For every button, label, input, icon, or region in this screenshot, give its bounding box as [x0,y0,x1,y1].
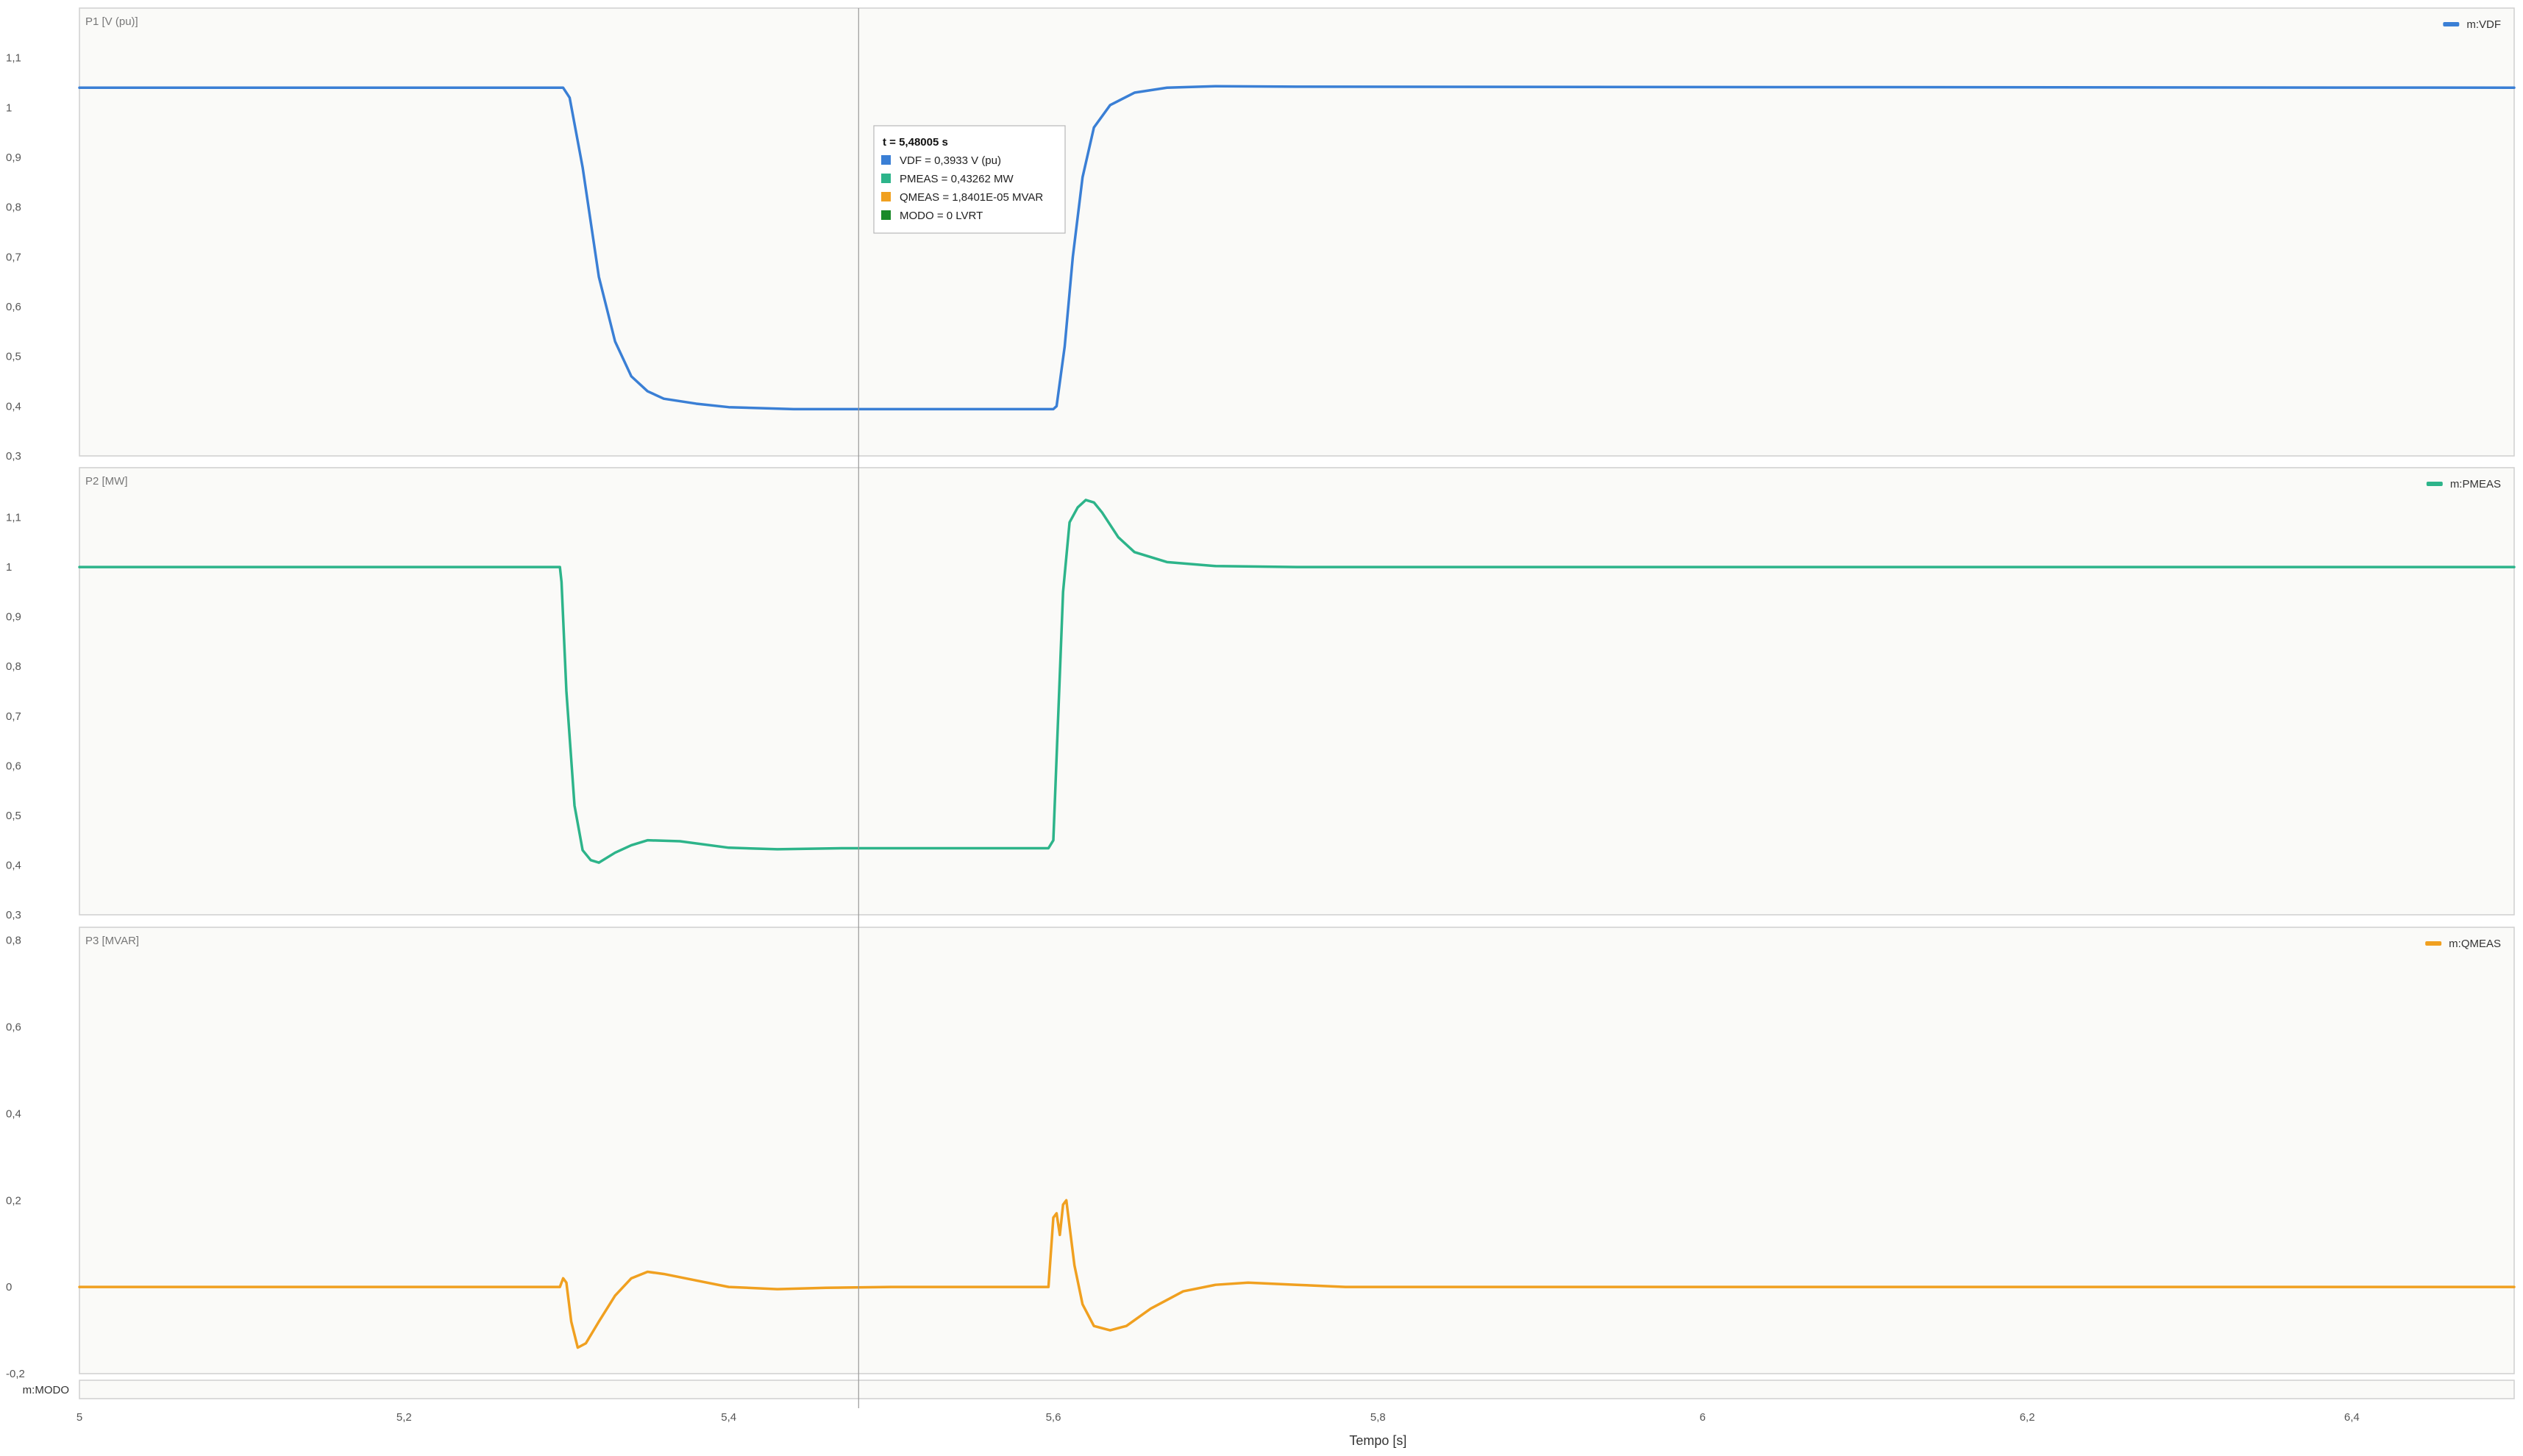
y-tick-label-p1: 0,5 [6,351,21,363]
y-tick-label-p1: 1 [6,101,12,114]
y-tick-label-p2: 0,3 [6,909,21,921]
y-tick-label-p3: 0,8 [6,935,21,947]
y-tick-label-p2: 0,9 [6,611,21,624]
panel-frame-p3 [79,927,2515,1374]
panel-frame-p1 [79,7,2515,457]
legend-swatch [2443,22,2460,26]
tooltip-title: t = 5,48005 s [883,136,948,149]
tooltip-swatch [881,210,891,220]
y-tick-label-p2: 0,4 [6,859,21,871]
tooltip-swatch [881,174,891,183]
tooltip-swatch [881,192,891,201]
y-tick-label-p1: 0,6 [6,301,21,313]
tooltip-row: QMEAS = 1,8401E-05 MVAR [900,191,1043,204]
legend-label: m:PMEAS [2450,478,2501,490]
y-tick-label-p1: 0,4 [6,400,21,413]
x-tick-label: 6,4 [2344,1411,2360,1424]
y-tick-label-p2: 0,7 [6,710,21,723]
y-tick-label-p2: 0,6 [6,760,21,772]
panel-frame-p2 [79,467,2515,916]
y-tick-label-p1: 0,3 [6,450,21,463]
y-tick-label-p2: 0,8 [6,660,21,673]
tooltip-row: VDF = 0,3933 V (pu) [900,154,1001,167]
panel-frame-p4 [79,1380,2515,1399]
legend-swatch [2425,941,2442,946]
x-tick-label: 5,4 [721,1411,736,1424]
y-tick-label-p3: 0 [6,1281,12,1293]
panel-title-p3: P3 [MVAR] [85,935,139,947]
y-tick-label-p1: 0,9 [6,151,21,164]
tooltip-swatch [881,155,891,165]
tooltip-row: PMEAS = 0,43262 MW [900,173,1014,185]
legend-swatch [2426,482,2443,486]
panel-label-p4: m:MODO [23,1384,69,1396]
x-tick-label: 5,8 [1370,1411,1386,1424]
tooltip-row: MODO = 0 LVRT [900,210,983,222]
x-tick-label: 5 [76,1411,82,1424]
y-tick-label-p1: 0,7 [6,251,21,263]
y-tick-label-p2: 1 [6,561,12,574]
y-tick-label-p2: 0,5 [6,810,21,822]
y-tick-label-p1: 0,8 [6,201,21,214]
x-tick-label: 5,2 [396,1411,412,1424]
x-axis-label: Tempo [s] [1349,1433,1406,1448]
legend-label: m:VDF [2466,18,2501,31]
y-tick-label-p3: 0,6 [6,1021,21,1034]
legend-label: m:QMEAS [2449,938,2501,950]
chart-root: P1 [V (pu)] 0,3 0,4 0,5 0,6 0,7 0,8 0,9 1 1,1 m:VD… [0,0,2523,1452]
panel-title-p1: P1 [V (pu)] [85,15,138,28]
x-tick-label: 5,6 [1046,1411,1061,1424]
panel-title-p2: P2 [MW] [85,475,128,488]
y-tick-label-p3: 0,4 [6,1107,21,1120]
y-tick-label-p2: 1,1 [6,512,21,524]
y-tick-label-p1: 1,1 [6,52,21,65]
chart-svg: P1 [V (pu)] 0,3 0,4 0,5 0,6 0,7 0,8 0,9 1 1,1 m:VD… [6,7,2516,1448]
x-tick-label: 6 [1699,1411,1705,1424]
y-tick-label-p3: -0,2 [6,1368,25,1380]
y-tick-label-p3: 0,2 [6,1194,21,1207]
x-tick-label: 6,2 [2020,1411,2035,1424]
